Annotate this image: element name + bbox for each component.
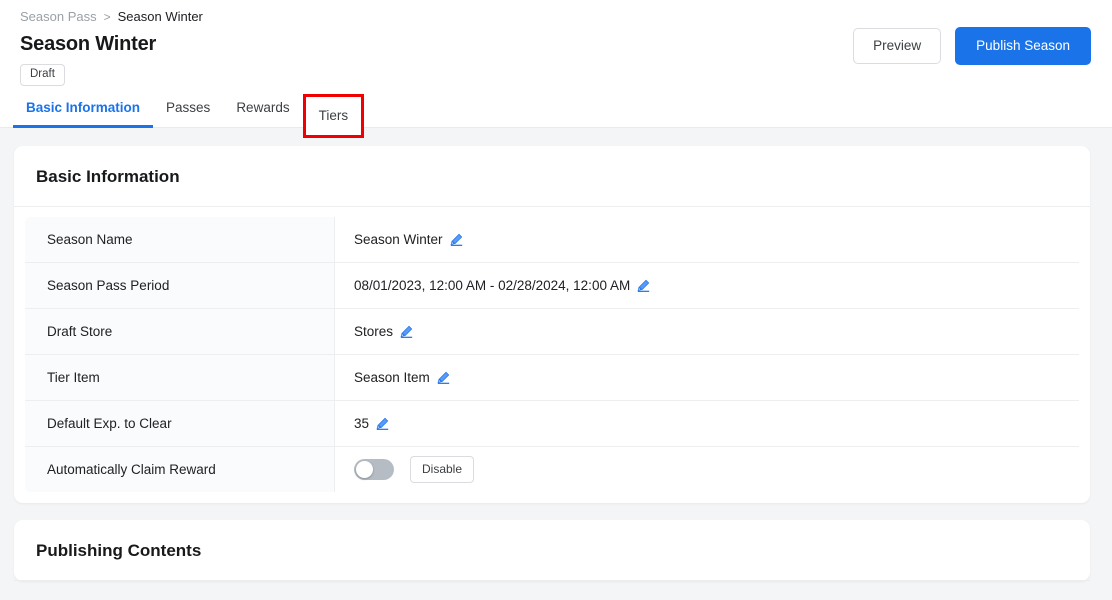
basic-information-card-body: Season Name Season Winter Season Pass Pe… bbox=[14, 207, 1090, 503]
pencil-icon[interactable] bbox=[400, 325, 413, 338]
main-content: Basic Information Season Name Season Win… bbox=[0, 128, 1112, 581]
publishing-contents-card: Publishing Contents bbox=[14, 520, 1090, 581]
pencil-icon[interactable] bbox=[437, 371, 450, 384]
row-label: Default Exp. to Clear bbox=[25, 400, 335, 447]
row-label: Automatically Claim Reward bbox=[25, 446, 335, 492]
breadcrumb: Season Pass > Season Winter bbox=[20, 0, 1092, 25]
breadcrumb-parent-link[interactable]: Season Pass bbox=[20, 9, 97, 25]
tab-rewards[interactable]: Rewards bbox=[223, 99, 302, 127]
tier-item-value: Season Item bbox=[354, 369, 430, 385]
basic-information-card: Basic Information Season Name Season Win… bbox=[14, 146, 1090, 503]
table-row: Season Pass Period 08/01/2023, 12:00 AM … bbox=[25, 262, 1080, 309]
publishing-contents-card-title: Publishing Contents bbox=[14, 520, 1090, 581]
draft-store-value: Stores bbox=[354, 323, 394, 339]
row-value: Season Winter bbox=[335, 217, 1080, 263]
page-header: Season Pass > Season Winter Season Winte… bbox=[0, 0, 1112, 138]
preview-button[interactable]: Preview bbox=[853, 28, 942, 64]
tab-basic-information[interactable]: Basic Information bbox=[13, 99, 154, 128]
table-row: Draft Store Stores bbox=[25, 308, 1080, 355]
row-value: 08/01/2023, 12:00 AM - 02/28/2024, 12:00… bbox=[335, 263, 1080, 309]
row-label: Season Name bbox=[25, 217, 335, 263]
pencil-icon[interactable] bbox=[450, 233, 463, 246]
pencil-icon[interactable] bbox=[376, 417, 389, 430]
row-value: 35 bbox=[335, 401, 1080, 447]
row-label: Season Pass Period bbox=[25, 262, 335, 309]
table-row: Default Exp. to Clear 35 bbox=[25, 400, 1080, 447]
tab-tiers[interactable]: Tiers bbox=[302, 94, 365, 138]
breadcrumb-current: Season Winter bbox=[117, 9, 203, 24]
row-value: Season Item bbox=[335, 355, 1080, 401]
tab-passes[interactable]: Passes bbox=[153, 99, 223, 127]
disable-button[interactable]: Disable bbox=[410, 456, 475, 483]
publish-season-button[interactable]: Publish Season bbox=[955, 27, 1091, 65]
status-badge: Draft bbox=[20, 64, 65, 86]
tab-bar: Basic Information Passes Rewards Tiers bbox=[13, 87, 365, 138]
row-label: Draft Store bbox=[25, 308, 335, 355]
basic-information-table: Season Name Season Winter Season Pass Pe… bbox=[24, 216, 1080, 493]
row-label: Tier Item bbox=[25, 354, 335, 401]
row-value: Disable bbox=[335, 447, 1080, 493]
table-row: Automatically Claim Reward Disable bbox=[25, 446, 1080, 493]
pencil-icon[interactable] bbox=[637, 279, 650, 292]
basic-information-card-title: Basic Information bbox=[14, 146, 1090, 207]
header-actions: Preview Publish Season bbox=[853, 27, 1091, 65]
default-exp-to-clear-value: 35 bbox=[354, 415, 370, 431]
row-value: Stores bbox=[335, 309, 1080, 355]
season-name-value: Season Winter bbox=[354, 231, 443, 247]
table-row: Season Name Season Winter bbox=[25, 217, 1080, 263]
automatically-claim-reward-toggle[interactable] bbox=[354, 459, 394, 480]
breadcrumb-separator: > bbox=[103, 10, 111, 24]
table-row: Tier Item Season Item bbox=[25, 354, 1080, 401]
season-pass-period-value: 08/01/2023, 12:00 AM - 02/28/2024, 12:00… bbox=[354, 277, 631, 293]
